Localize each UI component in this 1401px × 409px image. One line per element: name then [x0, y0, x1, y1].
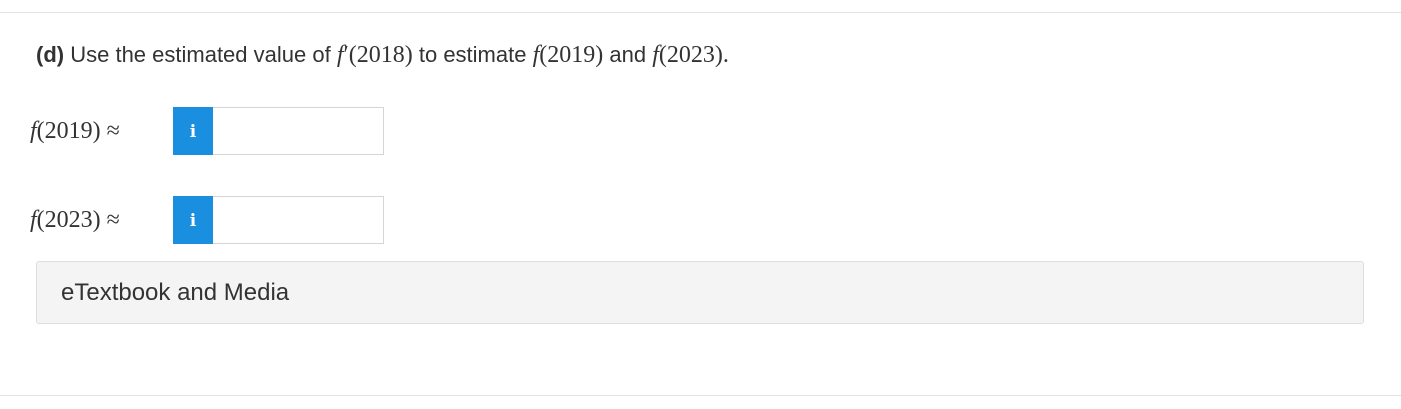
- answer-label-arg: (2023): [36, 207, 101, 233]
- approx-symbol: ≈: [106, 207, 120, 233]
- info-icon[interactable]: i: [173, 196, 213, 244]
- target-expression-1: f(2019): [533, 42, 604, 68]
- answer-input-f2023[interactable]: [213, 196, 384, 244]
- info-icon[interactable]: i: [173, 107, 213, 155]
- part-label: (d): [36, 42, 65, 67]
- answer-label-fn: f: [30, 207, 37, 233]
- derivative-arg: (2018): [348, 42, 413, 68]
- derivative-expression: f′(2018): [337, 42, 413, 68]
- approx-symbol: ≈: [106, 118, 120, 144]
- target-2-arg: (2023): [658, 42, 723, 68]
- target-2-fn: f: [652, 42, 659, 68]
- answer-label-arg: (2019): [36, 118, 101, 144]
- etextbook-media-panel[interactable]: eTextbook and Media: [36, 261, 1364, 324]
- answer-label-fn: f: [30, 118, 37, 144]
- top-divider: [0, 12, 1401, 13]
- target-1-arg: (2019): [539, 42, 604, 68]
- etextbook-media-label: eTextbook and Media: [61, 279, 290, 306]
- question-text-middle: to estimate: [418, 42, 527, 67]
- question-text-before: Use the estimated value of: [70, 42, 331, 67]
- question-prompt: (d) Use the estimated value of f′(2018) …: [36, 40, 729, 70]
- question-text-and: and: [609, 42, 647, 67]
- derivative-fn: f: [336, 42, 344, 68]
- question-end-punct: .: [722, 42, 729, 68]
- answer-label-f2023: f(2023) ≈: [30, 204, 120, 236]
- answer-input-f2019[interactable]: [213, 107, 384, 155]
- answer-label-f2019: f(2019) ≈: [30, 115, 120, 147]
- target-expression-2: f(2023).: [652, 42, 729, 68]
- bottom-divider: [0, 395, 1401, 396]
